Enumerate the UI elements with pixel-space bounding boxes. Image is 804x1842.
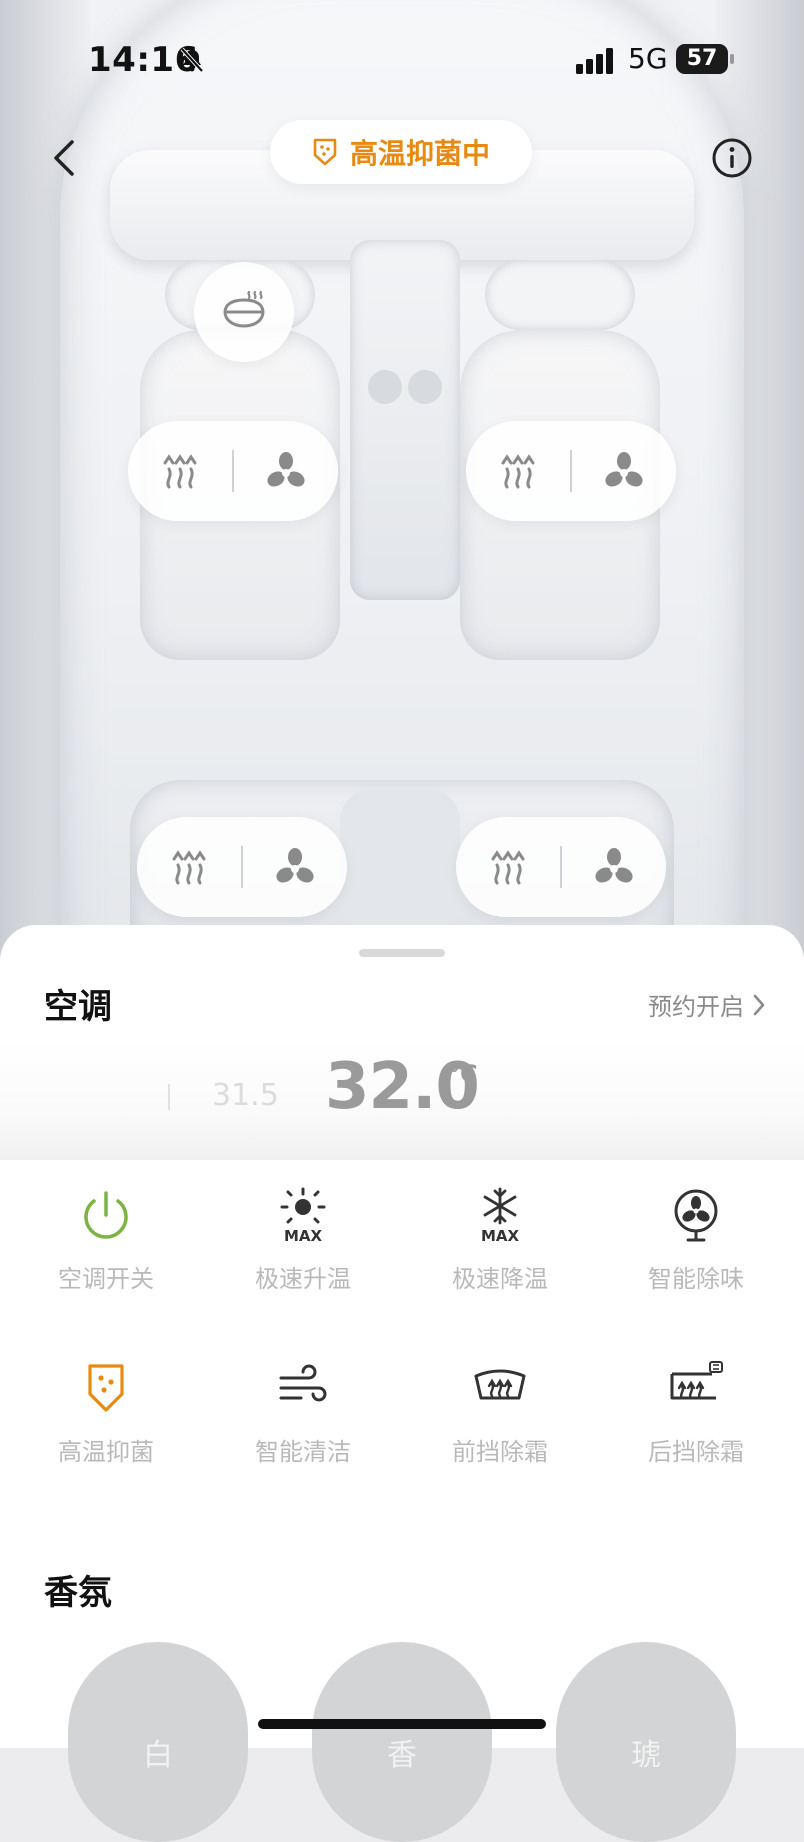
seat-control-front-left [128, 421, 338, 521]
temperature-tick [168, 1084, 170, 1110]
network-type: 5G [628, 42, 668, 75]
rapid-heat-button[interactable]: MAX 极速升温 [205, 1185, 401, 1315]
sheet-drag-handle[interactable] [359, 949, 445, 957]
seat-ventilation-icon [267, 452, 305, 487]
svg-text:MAX: MAX [284, 1227, 323, 1245]
temperature-unit: °C [448, 1060, 478, 1088]
sterilize-button[interactable]: 高温抑菌 [8, 1358, 204, 1488]
info-icon[interactable] [710, 136, 754, 180]
fragrance-item-label: 香 [387, 1738, 417, 1773]
smart-clean-label: 智能清洁 [255, 1438, 351, 1466]
seat-heat-icon [491, 850, 525, 885]
front-defrost-icon [474, 1369, 526, 1400]
back-button[interactable] [46, 138, 82, 178]
smart-deodorize-button[interactable]: 智能除味 [598, 1185, 794, 1315]
svg-text:MAX: MAX [481, 1227, 520, 1245]
fragrance-item[interactable]: 白 [68, 1642, 248, 1842]
seat-control-rear-right [456, 817, 666, 917]
fragrance-section-title: 香氛 [44, 1573, 112, 1613]
ac-power-button[interactable]: 空调开关 [8, 1185, 204, 1315]
battery-tip [730, 54, 734, 64]
seat-ventilation-button[interactable] [234, 421, 338, 521]
cup-holder [408, 370, 442, 404]
sterilize-label: 高温抑菌 [58, 1438, 154, 1466]
climate-sheet: 空调 预约开启 31.5 32.0 °C 空调开关 MAX 极速升温 MAX 极… [0, 925, 804, 1842]
seat-ventilation-button[interactable] [562, 817, 666, 917]
seat-ventilation-icon [276, 848, 314, 883]
center-console [350, 240, 460, 600]
seat-ventilation-button[interactable] [572, 421, 676, 521]
headrest-front-right [485, 260, 635, 330]
seat-control-front-right [466, 421, 676, 521]
smart-clean-button[interactable]: 智能清洁 [205, 1358, 401, 1488]
rear-defrost-icon [670, 1361, 723, 1400]
cellular-signal-icon [576, 48, 613, 74]
seat-ventilation-icon [605, 452, 643, 487]
front-defrost-label: 前挡除霜 [452, 1438, 548, 1466]
cup-holder [368, 370, 402, 404]
seat-heat-icon [163, 454, 197, 489]
schedule-label: 预约开启 [648, 993, 744, 1021]
rear-defrost-button[interactable]: 后挡除霜 [598, 1358, 794, 1488]
sterilize-status-label: 高温抑菌中 [349, 137, 490, 170]
snowflake-max-icon: MAX [481, 1187, 520, 1245]
seat-heat-icon [172, 850, 206, 885]
sterilize-status-pill[interactable]: 高温抑菌中 [270, 120, 532, 184]
temperature-previous[interactable]: 31.5 [212, 1078, 279, 1113]
seat-heat-icon [501, 454, 535, 489]
bell-muted-icon [180, 47, 204, 73]
wind-clean-icon [279, 1364, 327, 1402]
rapid-cool-button[interactable]: MAX 极速降温 [402, 1185, 598, 1315]
seat-heat-button[interactable] [128, 421, 232, 521]
schedule-button[interactable]: 预约开启 [648, 987, 766, 1022]
chevron-right-icon [753, 994, 765, 1015]
seat-heat-button[interactable] [137, 817, 241, 917]
temperature-picker[interactable]: 31.5 32.0 °C [0, 1040, 804, 1160]
rear-armrest [340, 790, 460, 930]
steering-wheel-heat-button[interactable] [194, 262, 294, 362]
smart-deodorize-label: 智能除味 [648, 1265, 744, 1293]
front-defrost-button[interactable]: 前挡除霜 [402, 1358, 598, 1488]
rapid-heat-label: 极速升温 [255, 1265, 351, 1293]
fragrance-item[interactable]: 香 [312, 1642, 492, 1842]
power-icon [84, 1191, 128, 1239]
ac-section-title: 空调 [44, 987, 112, 1027]
ac-power-label: 空调开关 [58, 1265, 154, 1293]
shield-sterilize-icon [313, 138, 337, 166]
fragrance-item-label: 琥 [631, 1738, 661, 1773]
seat-control-rear-left [137, 817, 347, 917]
battery-indicator: 57 [676, 44, 728, 74]
fragrance-list: 白 香 琥 [0, 1642, 804, 1842]
status-bar: 14:16 5G 57 [0, 40, 804, 92]
seat-heat-button[interactable] [466, 421, 570, 521]
seat-heat-button[interactable] [456, 817, 560, 917]
steering-wheel-heat-icon [223, 290, 265, 328]
fragrance-item[interactable]: 琥 [556, 1642, 736, 1842]
fan-deodorize-icon [674, 1189, 718, 1242]
home-indicator[interactable] [258, 1719, 546, 1729]
seat-ventilation-button[interactable] [243, 817, 347, 917]
sun-max-icon: MAX [280, 1187, 326, 1245]
battery-percent: 57 [686, 46, 718, 71]
rapid-cool-label: 极速降温 [452, 1265, 548, 1293]
rear-defrost-label: 后挡除霜 [648, 1438, 744, 1466]
shield-sterilize-icon [88, 1364, 124, 1412]
seat-ventilation-icon [595, 848, 633, 883]
fragrance-item-label: 白 [143, 1738, 173, 1773]
